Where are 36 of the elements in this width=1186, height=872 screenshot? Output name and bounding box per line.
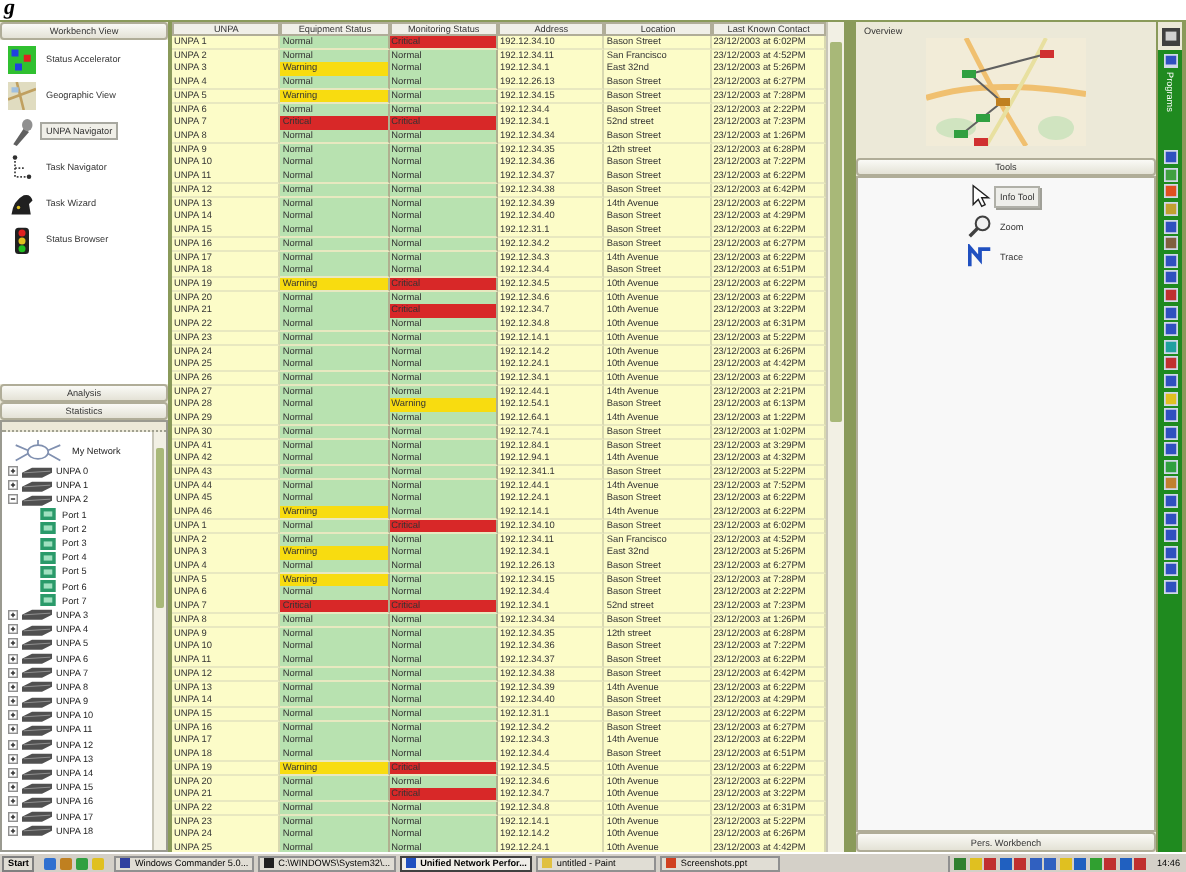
expand-icon[interactable] [8,466,18,477]
trace-icon [968,244,992,268]
expand-icon[interactable] [8,710,18,721]
search-icon [968,214,992,238]
scrollbar[interactable] [152,432,166,850]
expand-icon[interactable] [8,480,18,491]
expand-icon[interactable] [8,609,18,620]
expand-icon[interactable] [8,753,18,764]
expand-icon[interactable] [8,624,18,635]
collapse-icon[interactable] [8,494,18,505]
app-icon [264,858,275,868]
expand-icon[interactable] [8,825,18,836]
wizard-hat-icon [8,189,36,217]
app-icon [542,858,553,868]
expand-icon[interactable] [8,667,18,678]
app-icon [120,858,131,868]
expand-icon[interactable] [8,811,18,822]
tree-icon [8,153,36,181]
probe-icon [8,117,36,145]
expand-icon[interactable] [8,768,18,779]
scrollbar[interactable] [826,22,844,852]
expand-icon[interactable] [8,796,18,807]
expand-icon[interactable] [8,739,18,750]
expand-icon[interactable] [8,782,18,793]
expand-icon[interactable] [8,681,18,692]
expand-icon[interactable] [8,638,18,649]
app-icon [666,858,677,868]
status-grid-icon [8,45,36,73]
map-icon [8,81,36,109]
expand-icon[interactable] [8,653,18,664]
expand-icon[interactable] [8,724,18,735]
app-icon [406,858,417,868]
caption-fragment: g [4,0,15,16]
pointer-icon [968,184,992,208]
expand-icon[interactable] [8,696,18,707]
network-icon [12,439,64,463]
